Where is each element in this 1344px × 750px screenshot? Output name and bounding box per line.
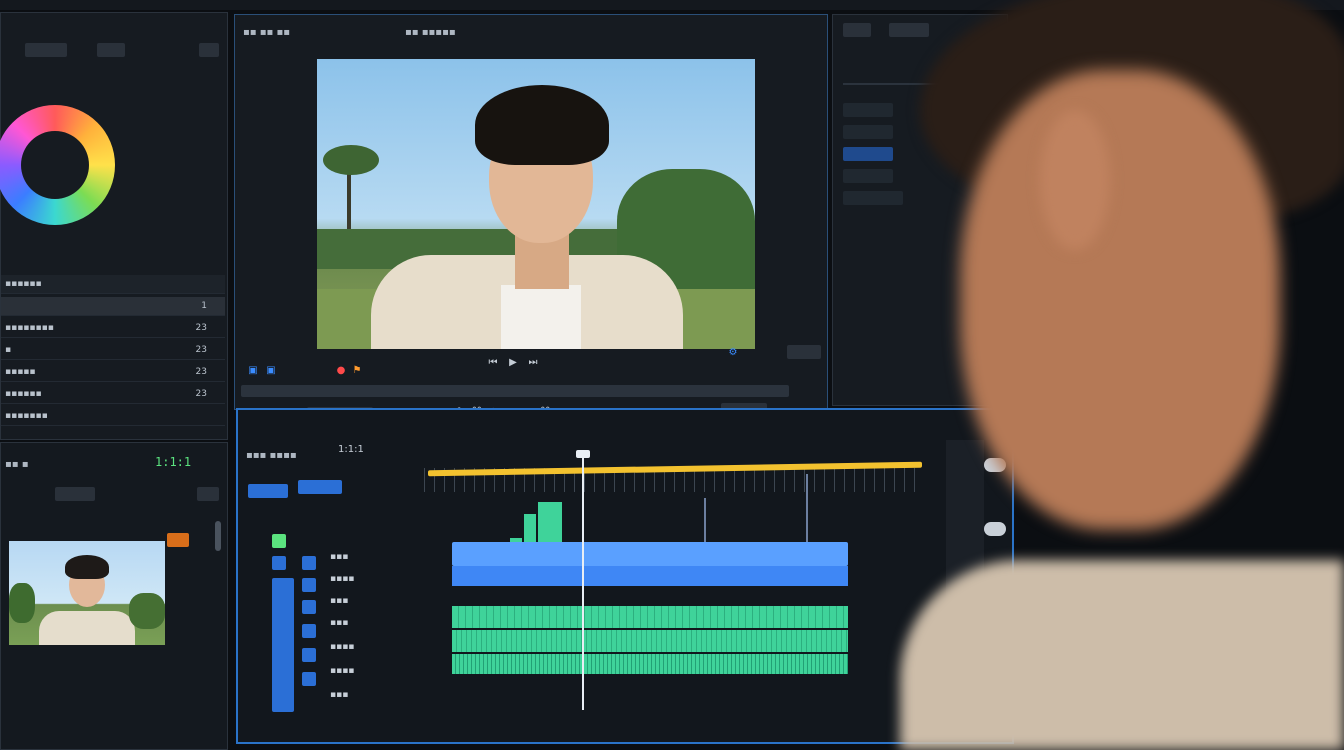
media-timecode: 1:1:1 <box>155 455 192 469</box>
viewer-record-icon[interactable]: ● <box>335 365 347 377</box>
param-value-1: 1 <box>201 301 207 311</box>
viewer-settings-icon[interactable]: ⚙ <box>727 347 739 359</box>
track-label-7: ▪▪▪ <box>330 690 349 700</box>
track-toggle-v2[interactable] <box>272 556 286 570</box>
param-value-4: 23 <box>195 367 207 377</box>
foreground-person <box>900 0 1344 750</box>
right-option-4[interactable] <box>843 169 893 183</box>
thumb-tree <box>9 583 35 623</box>
right-option-2[interactable] <box>843 125 893 139</box>
viewer-panel: ▪▪ ▪▪ ▪▪ ▪▪ ▪▪▪▪▪ ▣ ▣ ● ⚑ ⏮ ▶ ⏭ ⚙ ✂✎⌘⎌⌕⌗… <box>234 14 828 423</box>
media-tab-2[interactable] <box>197 487 219 501</box>
param-value-5: 23 <box>195 389 207 399</box>
param-row-5-label: ▪▪▪▪▪▪ <box>5 389 42 399</box>
track-label-3: ▪▪▪ <box>330 596 349 606</box>
title-track-clip[interactable] <box>452 542 848 566</box>
track-toggle-a3[interactable] <box>302 600 316 614</box>
media-thumb-badge <box>167 533 189 547</box>
person-shirt <box>900 560 1344 750</box>
audio-clip-3[interactable] <box>452 654 848 674</box>
person-face <box>960 70 1280 530</box>
viewer-tab-2[interactable]: ▪▪ ▪▪▪▪▪ <box>405 27 456 38</box>
track-toggle-a2[interactable] <box>302 578 316 592</box>
viewer-frame[interactable] <box>317 59 755 349</box>
audio-clip-1[interactable] <box>452 606 848 628</box>
palm-tree-leaves <box>323 145 379 175</box>
track-toggle-v1[interactable] <box>272 534 286 548</box>
param-row-3-label: ▪ <box>5 345 12 355</box>
track-label-5: ▪▪▪▪ <box>330 642 355 652</box>
timeline-snap-button[interactable] <box>248 484 288 498</box>
right-option-5[interactable] <box>843 191 903 205</box>
param-row-4[interactable]: ▪▪▪▪▪ 23 <box>1 363 225 382</box>
color-wheel-center <box>21 131 89 199</box>
track-lock-column[interactable] <box>272 578 294 712</box>
subject-hair <box>475 85 609 165</box>
track-toggle-a4[interactable] <box>302 624 316 638</box>
viewer-play-icon[interactable]: ▶ <box>507 357 519 369</box>
right-option-1[interactable] <box>843 103 893 117</box>
right-option-3[interactable] <box>843 147 893 161</box>
timeline-playhead-handle[interactable] <box>576 450 590 458</box>
timeline-marker-1[interactable] <box>704 498 706 542</box>
inspector-tab-3[interactable] <box>199 43 219 57</box>
inspector-tab-2[interactable] <box>97 43 125 57</box>
timeline-panel: ▪▪▪ ▪▪▪▪ 1:1:1 ▪▪▪ ▪▪▪▪ ▪▪▪ ▪▪▪ ▪▪▪▪ ▪▪▪… <box>236 408 1014 744</box>
param-row-1[interactable]: 1 <box>1 297 225 316</box>
person-ear <box>1040 110 1110 250</box>
param-row-3[interactable]: ▪ 23 <box>1 341 225 360</box>
viewer-scrubber[interactable] <box>241 385 789 397</box>
timeline-title: ▪▪▪ ▪▪▪▪ <box>246 450 297 461</box>
timeline-playhead[interactable] <box>582 454 584 710</box>
viewer-mark-out-icon[interactable]: ▣ <box>265 365 277 377</box>
viewer-tab-1[interactable]: ▪▪ ▪▪ ▪▪ <box>243 27 290 38</box>
media-browser-panel: ▪▪ ▪ 1:1:1 <box>0 442 228 750</box>
thumb-tree-2 <box>129 593 165 629</box>
param-row-6[interactable]: ▪▪▪▪▪▪▪ <box>1 407 225 426</box>
viewer-zoom-button[interactable] <box>787 345 821 359</box>
thumb-person-hair <box>65 555 109 579</box>
param-value-3: 23 <box>195 345 207 355</box>
timeline-link-button[interactable] <box>298 480 342 494</box>
media-browser-title: ▪▪ ▪ <box>5 459 29 470</box>
media-tab-1[interactable] <box>55 487 95 501</box>
track-toggle-a5[interactable] <box>302 648 316 662</box>
param-row-2-label: ▪▪▪▪▪▪▪▪ <box>5 323 54 333</box>
param-row-5[interactable]: ▪▪▪▪▪▪ 23 <box>1 385 225 404</box>
param-value-2: 23 <box>195 323 207 333</box>
param-row-6-label: ▪▪▪▪▪▪▪ <box>5 411 48 421</box>
viewer-prev-icon[interactable]: ⏮ <box>487 357 499 369</box>
param-row-header-dot: ▪▪▪▪▪▪ <box>5 279 42 289</box>
viewer-mark-in-icon[interactable]: ▣ <box>247 365 259 377</box>
title-track-clip-lower[interactable] <box>452 566 848 586</box>
right-tab-1[interactable] <box>843 23 871 37</box>
track-label-4: ▪▪▪ <box>330 618 349 628</box>
thumb-person-jacket <box>39 611 135 645</box>
left-inspector-panel: ▪▪▪▪▪▪ 1 ▪▪▪▪▪▪▪▪ 23 ▪ 23 ▪▪▪▪▪ 23 ▪▪▪▪▪… <box>0 12 228 440</box>
timeline-marker-2[interactable] <box>806 474 808 542</box>
inspector-tab-1[interactable] <box>25 43 67 57</box>
viewer-flag-icon[interactable]: ⚑ <box>351 365 363 377</box>
track-label-1: ▪▪▪ <box>330 552 349 562</box>
track-label-6: ▪▪▪▪ <box>330 666 355 676</box>
subject-shirt <box>501 285 581 349</box>
param-row-header: ▪▪▪▪▪▪ <box>1 275 225 294</box>
track-label-2: ▪▪▪▪ <box>330 574 355 584</box>
timeline-duration: 1:1:1 <box>338 444 364 455</box>
viewer-next-icon[interactable]: ⏭ <box>527 357 539 369</box>
param-row-4-label: ▪▪▪▪▪ <box>5 367 36 377</box>
track-toggle-a6[interactable] <box>302 672 316 686</box>
media-thumbnail[interactable] <box>9 541 165 645</box>
audio-clip-2[interactable] <box>452 630 848 652</box>
track-toggle-a1[interactable] <box>302 556 316 570</box>
param-row-2[interactable]: ▪▪▪▪▪▪▪▪ 23 <box>1 319 225 338</box>
media-scrollbar[interactable] <box>215 521 221 551</box>
